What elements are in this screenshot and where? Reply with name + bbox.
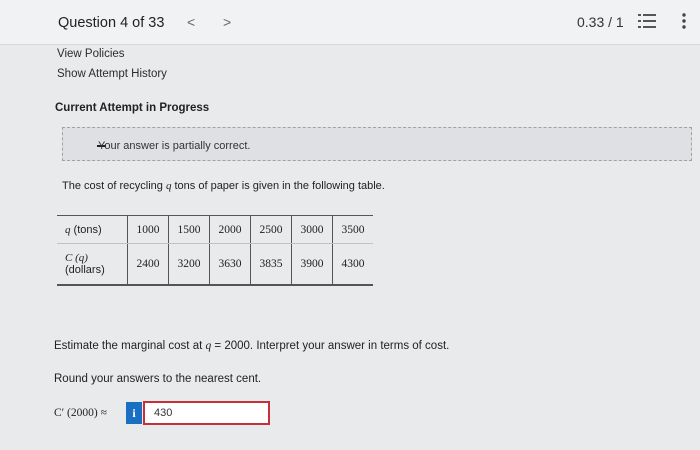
score-display: 0.33 / 1 (577, 14, 624, 30)
estimate-prompt: Estimate the marginal cost at q = 2000. … (54, 340, 450, 352)
rounding-instruction: Round your answers to the nearest cent. (54, 373, 262, 385)
table-cell: 3900 (291, 243, 333, 286)
next-question-button[interactable]: > (223, 14, 231, 30)
table-cell: 3500 (332, 215, 373, 244)
table-cell: 3200 (168, 243, 210, 286)
problem-intro: The cost of recycling q tons of paper is… (62, 180, 385, 192)
question-header: Question 4 of 33 < > 0.33 / 1 (0, 0, 700, 45)
table-cell: 2500 (250, 215, 292, 244)
table-cell: 3835 (250, 243, 292, 286)
cost-table: q (tons) 1000 1500 2000 2500 3000 3500 C… (57, 215, 373, 286)
more-options-icon[interactable] (681, 12, 687, 30)
table-row: C (q) (dollars) 2400 3200 3630 3835 3900… (57, 243, 373, 286)
table-header-q: q (tons) (57, 215, 128, 244)
table-cell: 2400 (127, 243, 169, 286)
table-header-c: C (q) (dollars) (57, 243, 128, 286)
question-counter: Question 4 of 33 (58, 15, 165, 31)
answer-input[interactable] (143, 401, 270, 425)
show-attempt-history-link[interactable]: Show Attempt History (57, 68, 167, 80)
table-row: q (tons) 1000 1500 2000 2500 3000 3500 (57, 215, 373, 244)
feedback-text: Your answer is partially correct. (98, 140, 251, 152)
question-list-icon[interactable] (638, 13, 656, 29)
table-cell: 1500 (168, 215, 210, 244)
table-cell: 2000 (209, 215, 251, 244)
answer-label: C′ (2000) ≈ (54, 407, 107, 419)
view-policies-link[interactable]: View Policies (57, 48, 125, 60)
table-cell: 3630 (209, 243, 251, 286)
table-cell: 1000 (127, 215, 169, 244)
attempt-status-heading: Current Attempt in Progress (55, 102, 210, 114)
table-cell: 4300 (332, 243, 373, 286)
table-cell: 3000 (291, 215, 333, 244)
previous-question-button[interactable]: < (187, 14, 195, 30)
info-button[interactable]: i (126, 402, 142, 424)
